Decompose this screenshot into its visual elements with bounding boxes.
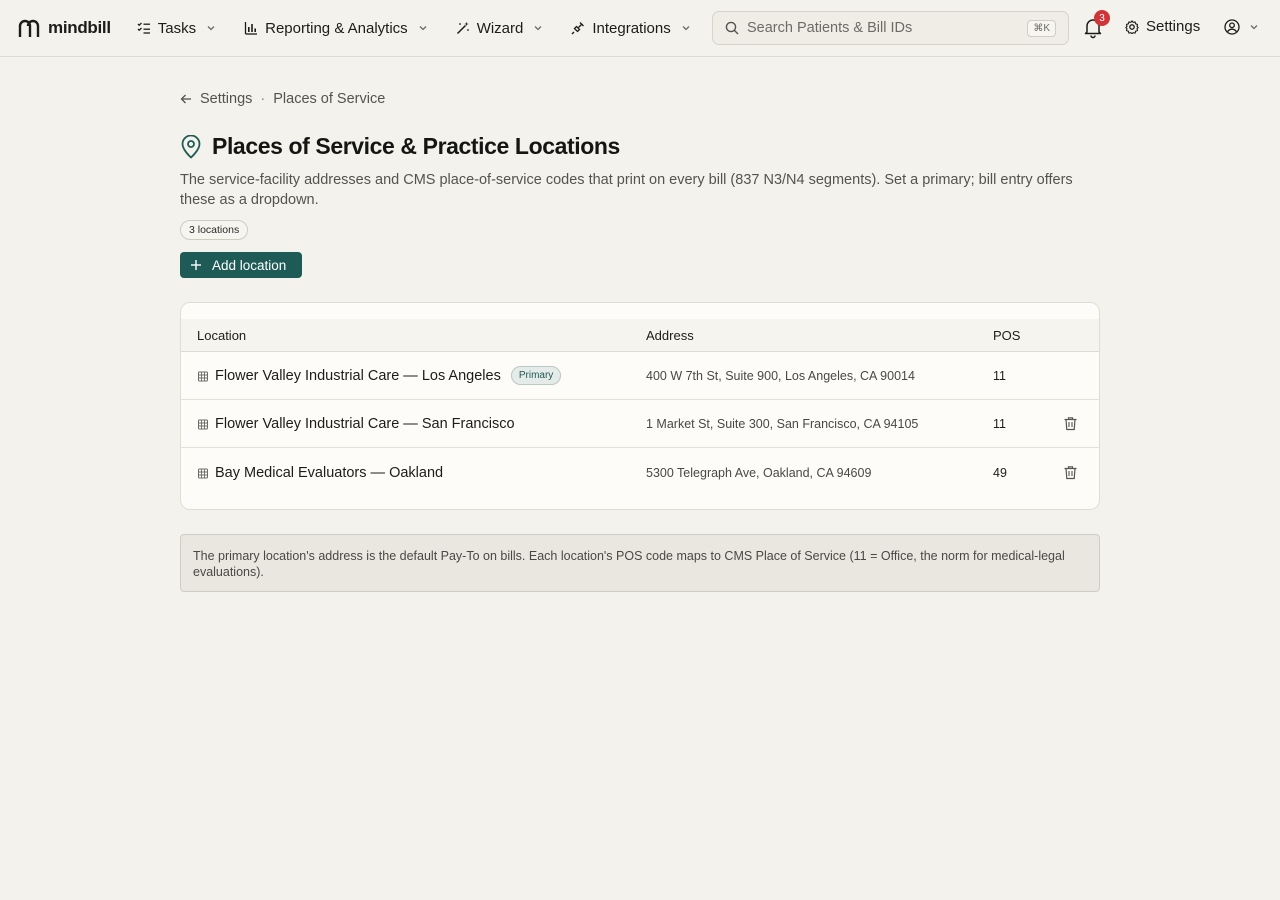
- column-header-address: Address: [646, 327, 694, 343]
- breadcrumb-current: Places of Service: [273, 91, 386, 107]
- chevron-down-icon: [419, 26, 427, 31]
- location-name: Bay Medical Evaluators — Oakland: [215, 464, 444, 481]
- nav-tasks-label: Tasks: [157, 19, 197, 37]
- nav-wizard-label: Wizard: [476, 19, 524, 37]
- chevron-down-icon: [682, 26, 690, 31]
- location-pos-code: 49: [993, 465, 1007, 480]
- location-name: Flower Valley Industrial Care — Los Ange…: [215, 367, 501, 384]
- mindbill-logo-icon: [18, 19, 40, 37]
- trash-icon[interactable]: [1063, 465, 1078, 480]
- map-pin-icon: [181, 134, 201, 158]
- nav-reporting-analytics[interactable]: Reporting & Analytics: [244, 20, 428, 37]
- table-header: Location Address POS: [181, 319, 1099, 352]
- primary-badge: Primary: [510, 366, 562, 385]
- plug-icon: [571, 22, 585, 35]
- account-menu[interactable]: [1224, 19, 1259, 35]
- breadcrumb: Settings · Places of Service: [180, 91, 1100, 107]
- tasks-icon: [137, 22, 150, 34]
- search-input[interactable]: [747, 20, 1020, 36]
- location-name: Flower Valley Industrial Care — San Fran…: [215, 415, 515, 432]
- location-cell: Flower Valley Industrial Care — Los Ange…: [197, 366, 562, 385]
- logo[interactable]: mindbill: [18, 17, 111, 39]
- nav-tasks[interactable]: Tasks: [137, 20, 216, 37]
- column-header-pos: POS: [993, 327, 1021, 343]
- page-title: Places of Service & Practice Locations: [212, 133, 620, 159]
- global-search[interactable]: ⌘K: [712, 11, 1069, 45]
- location-cell: Flower Valley Industrial Care — San Fran…: [197, 416, 515, 432]
- building-icon: [198, 468, 208, 478]
- building-icon: [198, 371, 208, 381]
- search-shortcut: ⌘K: [1027, 19, 1056, 37]
- location-address: 5300 Telegraph Ave, Oakland, CA 94609: [646, 465, 872, 480]
- user-circle-icon: [1224, 19, 1240, 35]
- top-navigation-bar: mindbill Tasks Reporting & Analytics Wiz…: [0, 0, 1280, 57]
- table-row[interactable]: Bay Medical Evaluators — Oakland 5300 Te…: [181, 448, 1099, 497]
- info-note: The primary location's address is the de…: [180, 534, 1100, 592]
- nav-reporting-label: Reporting & Analytics: [265, 19, 408, 37]
- app-name: mindbill: [48, 18, 111, 37]
- chevron-down-icon: [207, 26, 215, 31]
- settings-label: Settings: [1146, 18, 1201, 35]
- plus-icon: [191, 260, 201, 270]
- table-row[interactable]: Flower Valley Industrial Care — Los Ange…: [181, 352, 1099, 400]
- settings-link[interactable]: Settings: [1125, 18, 1200, 35]
- page-description: The service-facility addresses and CMS p…: [180, 172, 1073, 208]
- wand-icon: [456, 21, 469, 35]
- chart-icon: [244, 22, 258, 35]
- location-cell: Bay Medical Evaluators — Oakland: [197, 465, 443, 481]
- arrow-left-icon[interactable]: [180, 93, 192, 105]
- chevron-down-icon: [534, 26, 542, 31]
- search-icon: [725, 21, 739, 35]
- breadcrumb-separator: ·: [260, 91, 266, 107]
- notification-count-badge: 3: [1094, 10, 1110, 26]
- location-address: 1 Market St, Suite 300, San Francisco, C…: [646, 416, 919, 431]
- nav-integrations[interactable]: Integrations: [571, 20, 690, 37]
- building-icon: [198, 419, 208, 429]
- trash-icon[interactable]: [1063, 416, 1078, 431]
- add-location-label: Add location: [212, 257, 287, 273]
- main-nav: Tasks Reporting & Analytics Wizard Integ…: [137, 20, 719, 37]
- location-pos-code: 11: [993, 368, 1006, 383]
- nav-integrations-label: Integrations: [592, 19, 671, 37]
- nav-wizard[interactable]: Wizard: [456, 20, 544, 37]
- main-content: Settings · Places of Service Places of S…: [180, 57, 1100, 592]
- page-title-row: Places of Service & Practice Locations: [180, 133, 1100, 160]
- locations-count-badge: 3 locations: [180, 220, 249, 240]
- breadcrumb-parent-link[interactable]: Settings: [200, 91, 252, 107]
- column-header-location: Location: [197, 327, 247, 343]
- add-location-button[interactable]: Add location: [180, 252, 302, 278]
- chevron-down-icon: [1250, 25, 1258, 30]
- locations-table: Location Address POS Flower Valley Indus…: [180, 302, 1100, 510]
- table-row[interactable]: Flower Valley Industrial Care — San Fran…: [181, 400, 1099, 448]
- gear-icon: [1125, 19, 1139, 34]
- location-address: 400 W 7th St, Suite 900, Los Angeles, CA…: [646, 368, 915, 383]
- location-pos-code: 11: [993, 416, 1006, 431]
